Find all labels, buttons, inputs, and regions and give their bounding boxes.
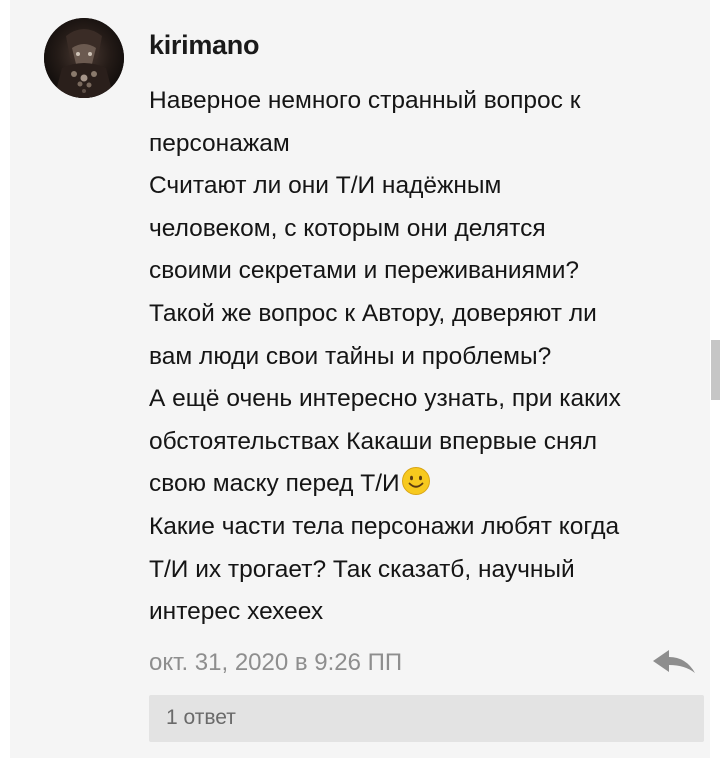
comment-line: интерес хехеех: [149, 598, 324, 626]
reply-arrow-icon[interactable]: [650, 648, 698, 676]
comment-line: человеком, с которым они делятся: [149, 214, 546, 242]
comment-text: Наверное немного странный вопрос к персо…: [149, 80, 709, 634]
comment-line: А ещё очень интересно узнать, при каких: [149, 385, 621, 413]
comment-card: kirimano Наверное немного странный вопро…: [10, 0, 710, 758]
comment-line: своими секретами и переживаниями?: [149, 257, 580, 285]
comment-line-with-emoji: свою маску перед Т/И: [149, 463, 709, 506]
comment-line: Такой же вопрос к Автору, доверяют ли: [149, 299, 597, 327]
comment-line-text: свою маску перед Т/И: [149, 470, 400, 498]
comment-line: Считают ли они Т/И надёжным: [149, 172, 502, 200]
comment-line: обстоятельствах Какаши впервые снял: [149, 427, 598, 455]
comment-timestamp: окт. 31, 2020 в 9:26 ПП: [149, 649, 403, 676]
comment-line: вам люди свои тайны и проблемы?: [149, 342, 552, 370]
avatar[interactable]: [44, 18, 124, 98]
replies-label: 1 ответ: [166, 706, 236, 729]
comment-line: Т/И их трогает? Так сказатб, научный: [149, 555, 575, 583]
username[interactable]: kirimano: [149, 30, 259, 61]
avatar-image: [44, 18, 124, 98]
comment-line: Наверное немного странный вопрос к: [149, 87, 581, 114]
smiling-face-emoji-icon: [401, 466, 431, 496]
scrollbar-thumb[interactable]: [711, 340, 720, 400]
comment-line: Какие части тела персонажи любят когда: [149, 512, 620, 540]
replies-button[interactable]: 1 ответ: [149, 695, 704, 742]
comment-line: персонажам: [149, 129, 290, 157]
